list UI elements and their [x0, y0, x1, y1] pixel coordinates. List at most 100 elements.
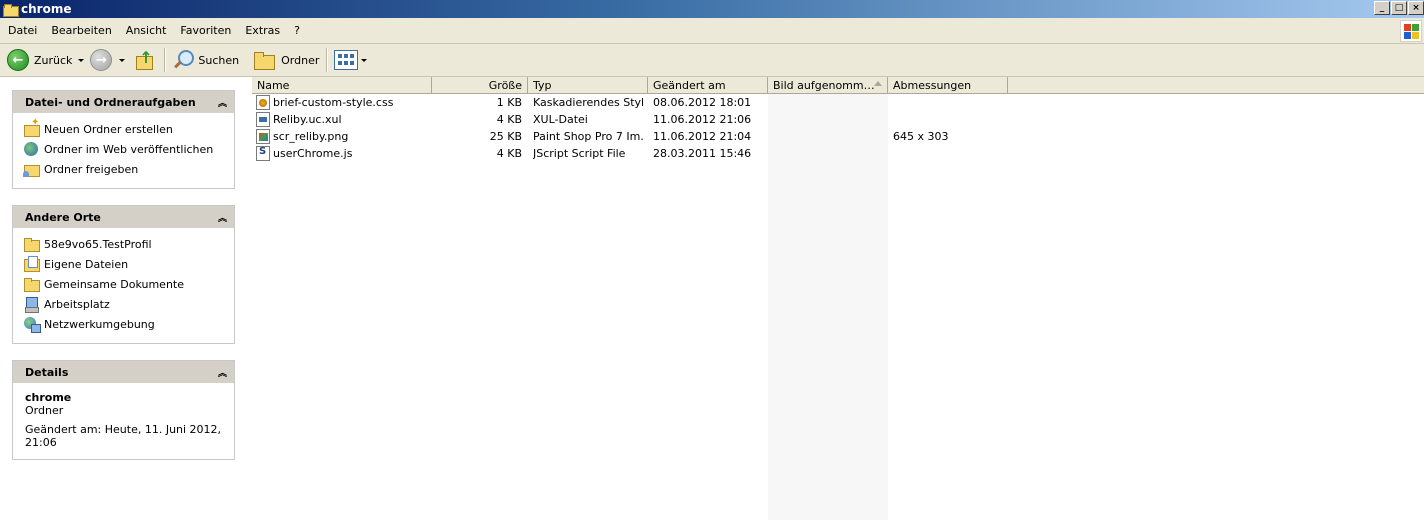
cell-type: JScript Script File — [533, 147, 626, 160]
place-label: Eigene Dateien — [44, 257, 129, 271]
menu-datei[interactable]: Datei — [1, 24, 44, 37]
file-name: brief-custom-style.css — [273, 96, 394, 109]
details-modified-time: 21:06 — [25, 436, 57, 449]
forward-dropdown-icon[interactable] — [119, 58, 126, 62]
cell-size: 25 KB — [489, 130, 522, 143]
menu-help[interactable]: ? — [287, 24, 307, 37]
cell-type: XUL-Datei — [533, 113, 588, 126]
task-publish-web[interactable]: Ordner im Web veröffentlichen — [23, 139, 234, 159]
views-button[interactable] — [331, 46, 370, 74]
place-testprofil[interactable]: 58e9vo65.TestProfil — [23, 234, 234, 254]
close-button[interactable]: × — [1408, 1, 1424, 15]
panel-header[interactable]: Andere Orte ︽ — [13, 206, 234, 228]
menu-ansicht[interactable]: Ansicht — [119, 24, 174, 37]
my-documents-icon — [23, 256, 40, 272]
panel-header[interactable]: Details ︽ — [13, 361, 234, 383]
back-arrow-icon: ← — [7, 49, 29, 71]
table-row[interactable]: Reliby.uc.xul 4 KB XUL-Datei 11.06.2012 … — [252, 111, 1012, 128]
back-button[interactable]: ← Zurück — [4, 46, 87, 74]
details-type: Ordner — [25, 404, 64, 417]
table-row[interactable]: brief-custom-style.css 1 KB Kaskadierend… — [252, 94, 1012, 111]
folder-icon — [23, 236, 40, 252]
menu-extras[interactable]: Extras — [238, 24, 287, 37]
folder-icon — [23, 276, 40, 292]
forward-arrow-icon: → — [90, 49, 113, 71]
cell-dimensions — [893, 111, 1005, 128]
js-file-icon — [256, 146, 270, 161]
column-header-dimensions[interactable]: Abmessungen — [888, 77, 1008, 94]
task-share-folder[interactable]: Ordner freigeben — [23, 159, 234, 179]
place-label: Netzwerkumgebung — [44, 317, 155, 331]
search-label: Suchen — [198, 53, 240, 67]
column-header-filler — [1008, 77, 1424, 94]
folders-button[interactable]: Ordner — [250, 46, 322, 74]
menu-favoriten[interactable]: Favoriten — [173, 24, 238, 37]
column-header-type[interactable]: Typ — [528, 77, 648, 94]
cell-modified: 28.03.2011 15:46 — [653, 147, 752, 160]
views-dropdown-icon[interactable] — [361, 58, 368, 62]
folder-up-icon — [134, 48, 154, 71]
table-row[interactable]: userChrome.js 4 KB JScript Script File 2… — [252, 145, 1012, 162]
menu-bearbeiten[interactable]: Bearbeiten — [44, 24, 118, 37]
xul-file-icon — [256, 112, 270, 127]
back-dropdown-icon[interactable] — [78, 58, 85, 62]
globe-icon — [23, 141, 39, 157]
cell-dimensions — [893, 145, 1005, 162]
menu-bar: Datei Bearbeiten Ansicht Favoriten Extra… — [0, 18, 1424, 44]
views-icon — [334, 50, 359, 70]
cell-size: 4 KB — [496, 147, 522, 160]
task-label: Ordner im Web veröffentlichen — [44, 142, 214, 156]
place-my-documents[interactable]: Eigene Dateien — [23, 254, 234, 274]
collapse-chevron-icon[interactable]: ︽ — [218, 96, 227, 109]
place-label: 58e9vo65.TestProfil — [44, 237, 152, 251]
column-header-label: Bild aufgenomm… — [773, 78, 875, 92]
window-controls: _ □ × — [1374, 1, 1424, 15]
minimize-button[interactable]: _ — [1374, 1, 1390, 15]
panel-body: chrome Ordner Geändert am: Heute, 11. Ju… — [13, 383, 234, 457]
column-header-size[interactable]: Größe — [432, 77, 528, 94]
forward-button[interactable]: → — [87, 46, 128, 74]
cell-size: 4 KB — [496, 113, 522, 126]
file-name: Reliby.uc.xul — [273, 113, 342, 126]
file-list: Name Größe Typ Geändert am Bild aufgenom… — [252, 77, 1424, 520]
up-folder-button[interactable] — [128, 46, 160, 74]
window-title: chrome — [21, 2, 72, 16]
windows-logo-icon — [1400, 20, 1422, 42]
back-label: Zurück — [34, 53, 73, 67]
details-modified: Geändert am: Heute, 11. Juni 2012, — [25, 423, 222, 436]
place-label: Gemeinsame Dokumente — [44, 277, 184, 291]
task-label: Neuen Ordner erstellen — [44, 122, 173, 136]
new-folder-icon — [23, 117, 40, 137]
folders-icon — [253, 50, 276, 70]
task-new-folder[interactable]: Neuen Ordner erstellen — [23, 117, 234, 139]
cell-modified: 08.06.2012 18:01 — [653, 96, 752, 109]
collapse-chevron-icon[interactable]: ︽ — [218, 211, 227, 224]
css-file-icon — [256, 95, 270, 110]
task-pane: Datei- und Ordneraufgaben ︽ Neuen Ordner… — [0, 77, 246, 520]
column-header-name[interactable]: Name — [252, 77, 432, 94]
task-label: Ordner freigeben — [44, 162, 139, 176]
cell-type: Paint Shop Pro 7 Im… — [533, 130, 645, 143]
folder-icon — [3, 3, 19, 17]
panel-title: Datei- und Ordneraufgaben — [25, 95, 196, 109]
cell-dimensions — [893, 94, 1005, 111]
column-header-modified[interactable]: Geändert am — [648, 77, 768, 94]
panel-header[interactable]: Datei- und Ordneraufgaben ︽ — [13, 91, 234, 113]
collapse-chevron-icon[interactable]: ︽ — [218, 366, 227, 379]
table-row[interactable]: scr_reliby.png 25 KB Paint Shop Pro 7 Im… — [252, 128, 1012, 145]
search-button[interactable]: Suchen — [169, 46, 242, 74]
cell-name: userChrome.js — [256, 145, 430, 162]
panel-title: Details — [25, 365, 69, 379]
share-folder-icon — [23, 161, 40, 177]
png-file-icon — [256, 129, 270, 144]
network-icon — [23, 316, 41, 333]
maximize-button[interactable]: □ — [1391, 1, 1407, 15]
file-folder-tasks-panel: Datei- und Ordneraufgaben ︽ Neuen Ordner… — [12, 90, 235, 189]
cell-name: Reliby.uc.xul — [256, 111, 430, 128]
place-network[interactable]: Netzwerkumgebung — [23, 314, 234, 334]
toolbar-separator — [164, 48, 166, 72]
sort-ascending-icon — [874, 81, 882, 86]
place-my-computer[interactable]: Arbeitsplatz — [23, 294, 234, 314]
column-header-picture-taken[interactable]: Bild aufgenomm… — [768, 77, 888, 94]
place-shared-documents[interactable]: Gemeinsame Dokumente — [23, 274, 234, 294]
